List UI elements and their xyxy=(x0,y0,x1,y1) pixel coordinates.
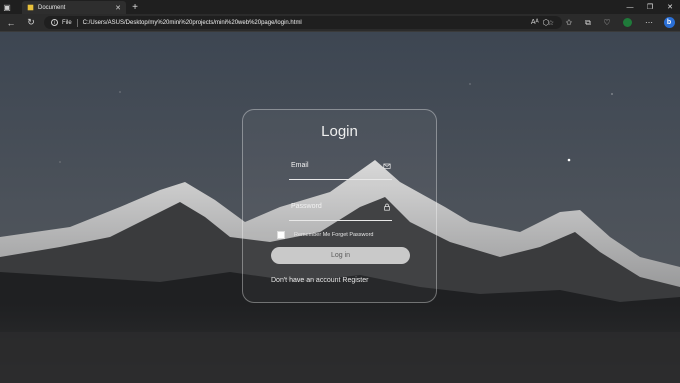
address-scheme: File xyxy=(62,19,72,26)
close-window-icon[interactable]: ✕ xyxy=(660,0,680,14)
login-button[interactable]: Log in xyxy=(271,247,410,264)
new-tab-button[interactable]: + xyxy=(129,0,141,14)
favorites-icon[interactable]: ✩ xyxy=(563,14,575,31)
window-menu-icon[interactable]: ▣ xyxy=(0,0,14,14)
address-url[interactable]: C:/Users/ASUS/Desktop/my%20mini%20projec… xyxy=(83,20,302,26)
login-card: Login Email Password Remember Me Forget … xyxy=(242,109,437,303)
password-label: Password xyxy=(291,203,322,210)
extensions-icon[interactable]: ⬡ xyxy=(540,14,552,31)
envelope-icon xyxy=(383,163,391,169)
password-field[interactable]: Password xyxy=(289,201,392,221)
tab-bar: ▣ Document ✕ + ― ❐ ✕ xyxy=(0,0,680,14)
copilot-icon[interactable]: ♡ xyxy=(601,14,613,31)
window-controls: ― ❐ ✕ xyxy=(620,0,680,14)
settings-menu-icon[interactable]: ⋯ xyxy=(643,14,655,31)
email-field[interactable]: Email xyxy=(289,160,392,180)
page-viewport: Login Email Password Remember Me Forget … xyxy=(0,32,680,383)
back-icon[interactable]: ← xyxy=(4,14,18,31)
info-icon[interactable]: i xyxy=(51,19,58,26)
profile-icon[interactable] xyxy=(621,14,633,31)
bing-icon[interactable]: b xyxy=(663,14,675,31)
collections-icon[interactable]: ⧉ xyxy=(582,14,594,31)
browser-toolbar: ← ↻ i File C:/Users/ASUS/Desktop/my%20mi… xyxy=(0,14,680,32)
email-label: Email xyxy=(291,162,309,169)
lock-icon xyxy=(384,203,390,211)
tab-title: Document xyxy=(38,4,66,11)
remember-forget-text[interactable]: Remember Me Forget Password xyxy=(294,232,373,238)
read-aloud-icon[interactable]: Aᴬ xyxy=(531,19,539,26)
restore-icon[interactable]: ❐ xyxy=(640,0,660,14)
address-divider xyxy=(76,18,78,27)
tab-close-icon[interactable]: ✕ xyxy=(115,4,121,12)
refresh-icon[interactable]: ↻ xyxy=(24,14,38,31)
browser-tab[interactable]: Document ✕ xyxy=(22,1,126,14)
minimize-icon[interactable]: ― xyxy=(620,0,640,14)
login-title: Login xyxy=(321,123,358,140)
remember-row: Remember Me Forget Password xyxy=(277,231,373,239)
remember-checkbox[interactable] xyxy=(277,231,285,239)
favicon-icon xyxy=(27,4,34,11)
register-link[interactable]: Don't have an account Register xyxy=(271,277,368,284)
address-bar[interactable]: i File C:/Users/ASUS/Desktop/my%20mini%2… xyxy=(44,16,562,29)
